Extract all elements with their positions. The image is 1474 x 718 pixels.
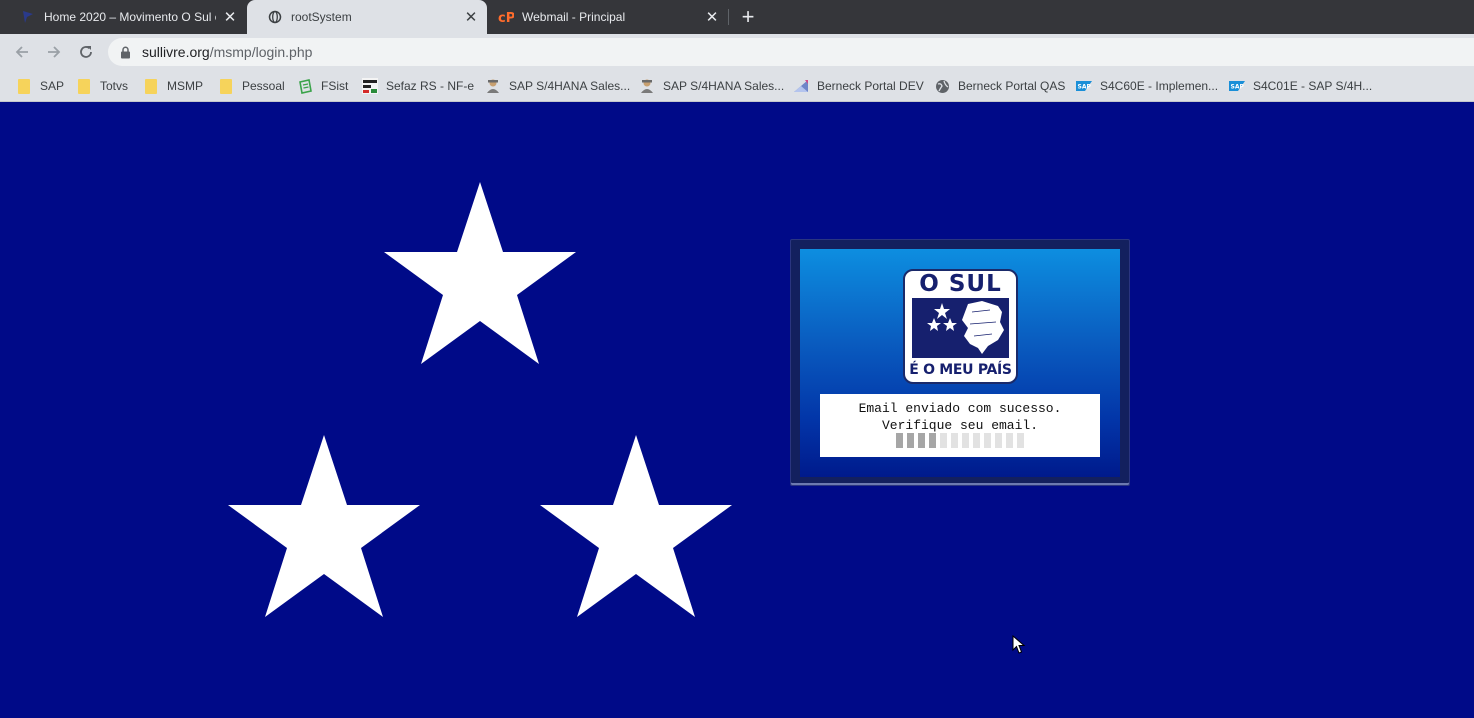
bookmark-label: Berneck Portal QAS bbox=[958, 79, 1066, 93]
portal-icon bbox=[793, 78, 809, 94]
progress-segment bbox=[896, 433, 903, 448]
logo-emblem bbox=[912, 298, 1009, 358]
url-host: sullivre.org bbox=[142, 44, 210, 60]
progress-segment bbox=[1006, 433, 1013, 448]
status-message-line-1: Email enviado com sucesso. bbox=[858, 401, 1062, 416]
star-icon bbox=[384, 182, 576, 364]
lock-icon bbox=[120, 45, 134, 59]
svg-text:cP: cP bbox=[498, 11, 514, 24]
bookmark-sap-s4hana-sales-2[interactable]: SAP S/4HANA Sales... bbox=[639, 76, 784, 96]
tab-rootsystem[interactable]: rootSystem ✕ bbox=[247, 0, 487, 34]
bookmark-sap-s4hana-sales-1[interactable]: SAP S/4HANA Sales... bbox=[485, 76, 630, 96]
progress-bar bbox=[896, 433, 1028, 448]
folder-icon bbox=[143, 78, 159, 94]
bookmark-label: S4C60E - Implemen... bbox=[1100, 79, 1219, 93]
bookmark-s4c60e[interactable]: SAP S4C60E - Implemen... bbox=[1076, 76, 1218, 96]
bookmark-label: Berneck Portal DEV bbox=[817, 79, 924, 93]
login-panel: O SUL É O MEU PAÍS Email enviado com suc… bbox=[790, 239, 1130, 486]
tab-title: Home 2020 – Movimento O Sul é bbox=[44, 10, 216, 24]
progress-segment bbox=[962, 433, 969, 448]
status-message-box: Email enviado com sucesso. Verifique seu… bbox=[820, 394, 1100, 457]
progress-segment bbox=[907, 433, 914, 448]
sefaz-icon bbox=[362, 78, 378, 94]
svg-text:SAP: SAP bbox=[1078, 84, 1092, 91]
tab-title: Webmail - Principal bbox=[522, 10, 626, 24]
sap-icon: SAP bbox=[1076, 78, 1092, 94]
sap-icon: SAP bbox=[1229, 78, 1245, 94]
bookmark-s4c01e[interactable]: SAP S4C01E - SAP S/4H... bbox=[1229, 76, 1372, 96]
url-path: /msmp/login.php bbox=[209, 44, 313, 60]
tab-home-2020[interactable]: Home 2020 – Movimento O Sul é ✕ bbox=[0, 0, 246, 34]
progress-segment bbox=[973, 433, 980, 448]
reload-button[interactable] bbox=[72, 38, 100, 66]
progress-segment bbox=[918, 433, 925, 448]
bookmark-label: SAP S/4HANA Sales... bbox=[509, 79, 631, 93]
globe-icon bbox=[934, 78, 950, 94]
tab-webmail[interactable]: cP Webmail - Principal ✕ bbox=[478, 0, 728, 34]
o-sul-logo: O SUL É O MEU PAÍS bbox=[903, 269, 1018, 384]
address-bar[interactable]: sullivre.org/msmp/login.php bbox=[108, 38, 1474, 66]
progress-segment bbox=[995, 433, 1002, 448]
progress-segment bbox=[940, 433, 947, 448]
logo-top-text: O SUL bbox=[919, 271, 1002, 297]
close-tab-icon[interactable]: ✕ bbox=[463, 9, 479, 26]
tab-separator bbox=[728, 9, 729, 25]
flag-icon bbox=[20, 9, 36, 25]
cpanel-icon: cP bbox=[498, 9, 514, 25]
bookmark-label: MSMP bbox=[167, 79, 203, 93]
bookmarks-bar: SAP Totvs MSMP Pessoal FSist Sefaz RS - … bbox=[0, 70, 1474, 102]
bookmark-pessoal[interactable]: Pessoal bbox=[218, 76, 285, 96]
close-tab-icon[interactable]: ✕ bbox=[704, 9, 720, 26]
progress-segment bbox=[1017, 433, 1024, 448]
login-panel-body: O SUL É O MEU PAÍS Email enviado com suc… bbox=[800, 249, 1120, 477]
bookmark-berneck-dev[interactable]: Berneck Portal DEV bbox=[793, 76, 924, 96]
forward-button[interactable] bbox=[40, 38, 68, 66]
folder-icon bbox=[76, 78, 92, 94]
back-button[interactable] bbox=[8, 38, 36, 66]
progress-segment bbox=[984, 433, 991, 448]
bookmark-sefaz[interactable]: Sefaz RS - NF-e bbox=[362, 76, 474, 96]
status-message-line-2: Verifique seu email. bbox=[881, 418, 1039, 433]
browser-toolbar: sullivre.org/msmp/login.php bbox=[0, 34, 1474, 70]
logo-bottom-text: É O MEU PAÍS bbox=[909, 362, 1012, 378]
bookmark-fsist[interactable]: FSist bbox=[297, 76, 348, 96]
arrow-left-icon bbox=[15, 46, 28, 58]
new-tab-button[interactable]: + bbox=[736, 4, 760, 29]
progress-segment bbox=[929, 433, 936, 448]
bookmark-label: SAP bbox=[40, 79, 65, 93]
fsist-icon bbox=[297, 78, 313, 94]
bookmark-totvs[interactable]: Totvs bbox=[76, 76, 128, 96]
folder-icon bbox=[218, 78, 234, 94]
star-icon bbox=[540, 435, 732, 617]
mouse-cursor-icon bbox=[1012, 635, 1026, 654]
user-icon bbox=[485, 78, 501, 94]
bookmark-sap[interactable]: SAP bbox=[16, 76, 64, 96]
bookmark-label: FSist bbox=[321, 79, 349, 93]
folder-icon bbox=[16, 78, 32, 94]
bookmark-berneck-qas[interactable]: Berneck Portal QAS bbox=[934, 76, 1065, 96]
bookmark-label: Totvs bbox=[100, 79, 129, 93]
login-page: O SUL É O MEU PAÍS Email enviado com suc… bbox=[0, 103, 1474, 718]
bookmark-label: SAP S/4HANA Sales... bbox=[663, 79, 785, 93]
star-icon bbox=[228, 435, 420, 617]
arrow-right-icon bbox=[48, 46, 61, 58]
tab-title: rootSystem bbox=[291, 10, 352, 24]
bookmark-label: S4C01E - SAP S/4H... bbox=[1253, 79, 1373, 93]
globe-icon bbox=[267, 9, 283, 25]
bookmark-msmp[interactable]: MSMP bbox=[143, 76, 203, 96]
progress-segment bbox=[951, 433, 958, 448]
svg-text:SAP: SAP bbox=[1231, 84, 1245, 91]
user-icon bbox=[639, 78, 655, 94]
bookmark-label: Pessoal bbox=[242, 79, 285, 93]
close-tab-icon[interactable]: ✕ bbox=[222, 9, 238, 26]
reload-icon bbox=[80, 46, 92, 58]
bookmark-label: Sefaz RS - NF-e bbox=[386, 79, 475, 93]
tab-strip: Home 2020 – Movimento O Sul é ✕ rootSyst… bbox=[0, 0, 1474, 34]
